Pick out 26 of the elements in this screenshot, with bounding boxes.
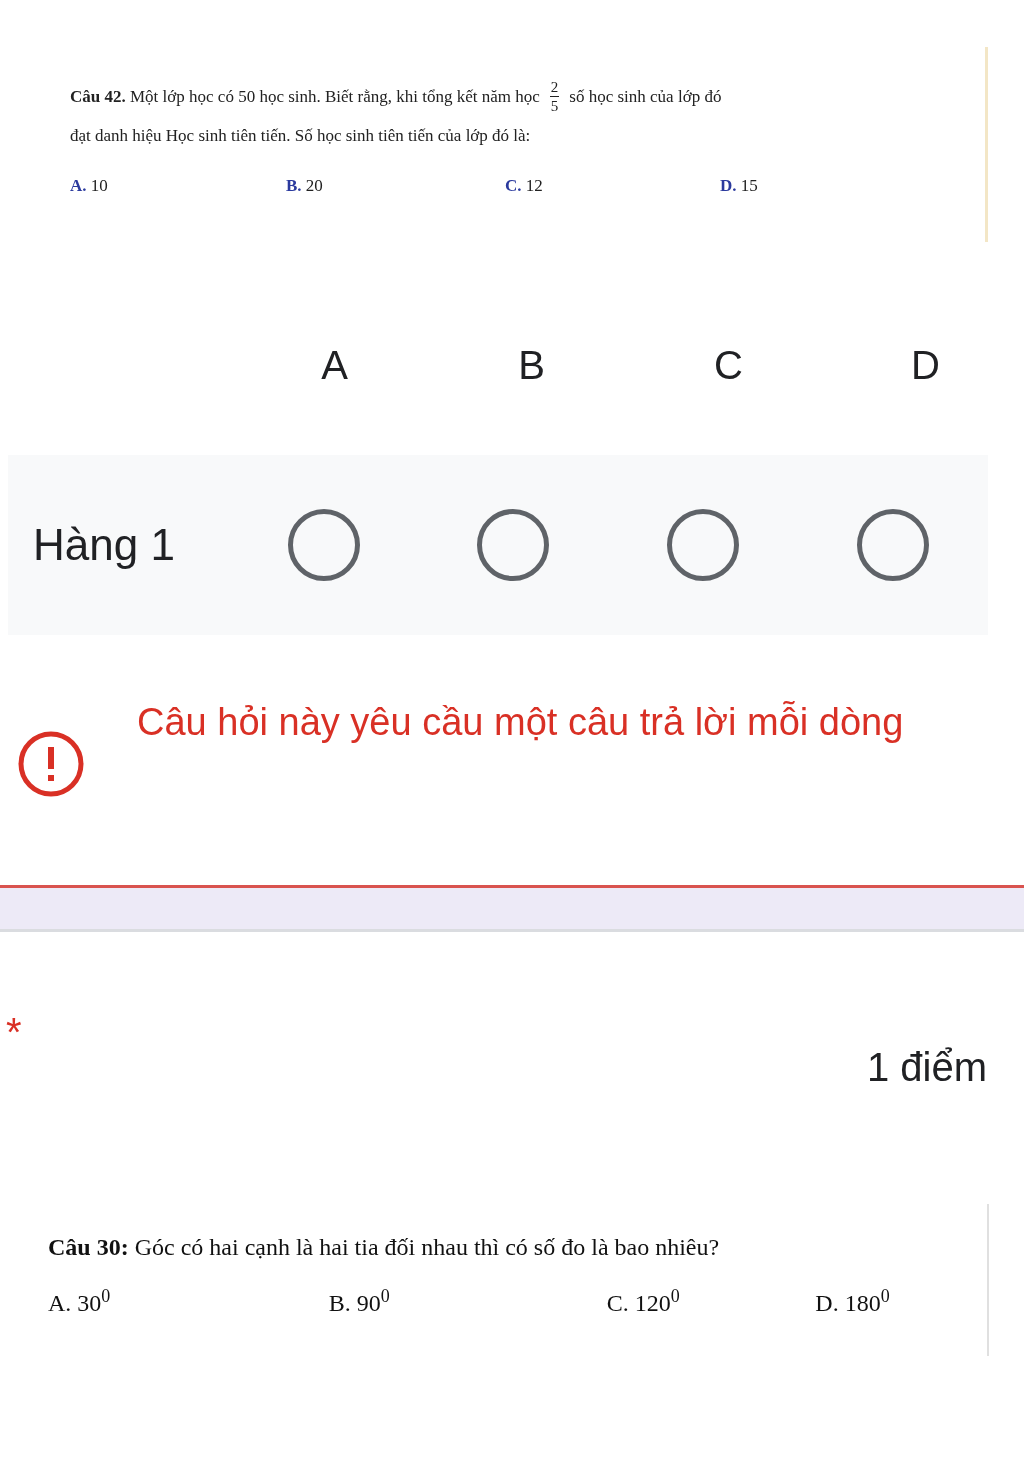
answer-option: C. 120$^{0}$ [606, 1285, 816, 1321]
row-label: Hàng 1 [32, 519, 176, 571]
question-text: Câu 42. Một lớp học có 50 học sinh. Biết rằng, khi tổng kết năm học [70, 85, 540, 108]
radio-button[interactable] [857, 509, 930, 581]
radio-button[interactable] [667, 509, 740, 581]
answer-option: D. 180$^{0}$ [815, 1285, 1024, 1321]
answer-option: B. 20 [286, 172, 505, 198]
error-message: Câu hỏi này yêu cầu một câu trả lời mỗi dòng [137, 700, 905, 745]
column-header: C [714, 342, 743, 389]
column-header: A [321, 342, 348, 389]
column-header: B [518, 342, 545, 389]
answer-option: D. 15 [720, 172, 939, 198]
fraction: 2 5 [549, 78, 560, 115]
question-text: số học sinh của lớp đó [569, 85, 722, 108]
radio-button[interactable] [287, 509, 360, 581]
points-label: 1 điểm [866, 1044, 987, 1091]
error-icon [18, 731, 84, 797]
question-text: đạt danh hiệu Học sinh tiên tiến. Số học sinh tiên tiến của lớp đó là: [70, 125, 532, 147]
question-text: Câu 30: Góc có hai cạnh là hai tia đối nhau thì có số đo là bao nhiêu? [48, 1233, 721, 1262]
column-header: D [911, 342, 940, 389]
answer-option: C. 12 [505, 172, 720, 198]
required-asterisk: * [6, 1009, 22, 1056]
answer-option: A. 10 [70, 172, 286, 198]
radio-button[interactable] [477, 509, 550, 581]
answer-option: A. 30$^{0}$ [48, 1285, 329, 1321]
answer-option: B. 90$^{0}$ [328, 1285, 607, 1321]
